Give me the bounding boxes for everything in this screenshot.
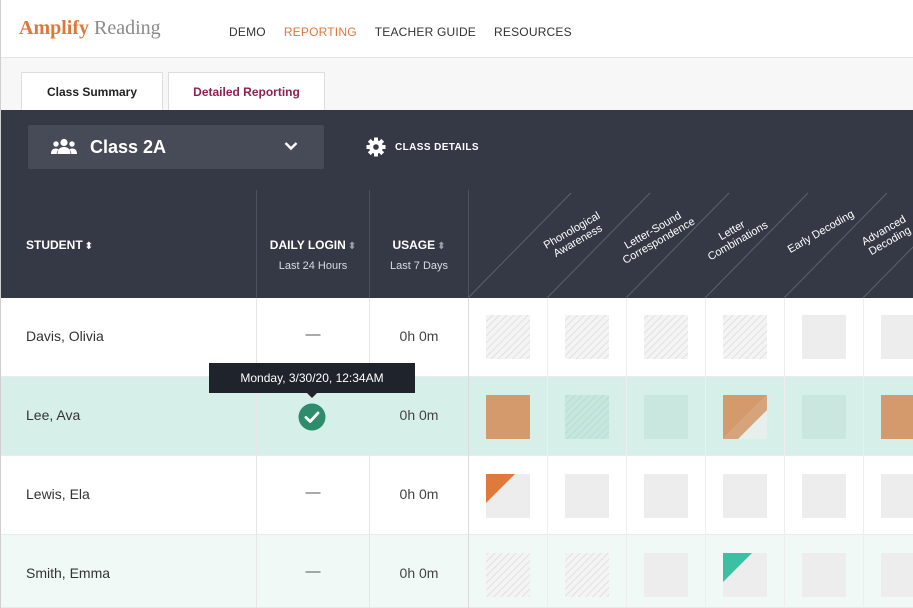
skill-status-square [881,315,913,359]
skill-status-square [644,315,688,359]
skill-status-square [881,395,913,439]
skill-status-square [486,553,530,597]
skill-status-square [723,474,767,518]
skill-status-square [644,553,688,597]
skill-status-square [802,395,846,439]
skill-status-square [486,315,530,359]
skill-status-square [802,553,846,597]
skill-status-square [802,315,846,359]
skill-status-square [565,553,609,597]
skill-status-square [565,315,609,359]
skill-status-square [644,395,688,439]
skill-cell-row-3 [486,474,913,518]
skill-status-square [565,474,609,518]
skill-status-grid [486,315,913,597]
skill-status-square [565,395,609,439]
login-tooltip: Monday, 3/30/20, 12:34AM [209,363,415,393]
app-window: Amplify Reading DEMO REPORTING TEACHER G… [0,0,913,608]
skill-status-square [723,315,767,359]
skill-cell-row-4 [486,553,913,597]
login-check-icon[interactable] [298,403,326,431]
tooltip-arrow [306,392,318,398]
skill-status-square [881,474,913,518]
skill-status-square [486,395,530,439]
skill-status-square [802,474,846,518]
skill-status-square [644,474,688,518]
skill-cell-row-1 [486,315,913,359]
skill-cell-row-2 [486,395,913,439]
skill-status-square [881,553,913,597]
